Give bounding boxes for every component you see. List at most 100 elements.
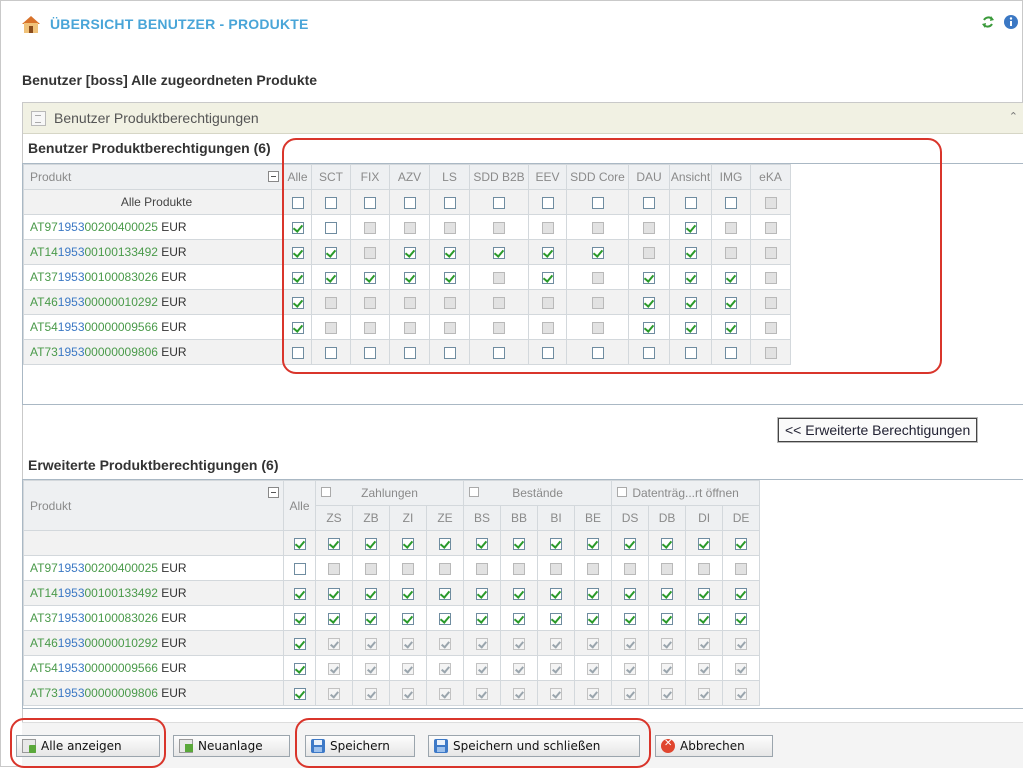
permission-checkbox[interactable] — [476, 537, 489, 550]
permission-checkbox[interactable] — [735, 587, 748, 600]
permission-checkbox[interactable] — [513, 612, 526, 625]
product-column-header[interactable]: Produkt — [23, 164, 284, 190]
permission-checkbox[interactable] — [443, 246, 456, 259]
permission-checkbox[interactable] — [643, 296, 655, 309]
permission-checkbox[interactable] — [725, 196, 737, 209]
permission-checkbox[interactable] — [587, 587, 600, 600]
permission-checkbox[interactable] — [293, 587, 306, 600]
column-header-sdd-core[interactable]: SDD Core — [566, 164, 629, 190]
select-all-cell[interactable] — [500, 530, 539, 556]
product-column-header[interactable]: Produkt — [23, 480, 284, 531]
permission-checkbox[interactable] — [443, 346, 456, 359]
permission-checkbox[interactable] — [550, 537, 563, 550]
permission-checkbox[interactable] — [439, 612, 452, 625]
group-header-2[interactable]: Datenträg...rt öffnen — [611, 480, 761, 506]
product-iban[interactable]: AT14195300100133492 EUR — [23, 239, 284, 265]
permission-checkbox[interactable] — [291, 246, 304, 259]
permission-checkbox[interactable] — [291, 271, 304, 284]
column-header-eka[interactable]: eKA — [750, 164, 791, 190]
column-header-eev[interactable]: EEV — [528, 164, 567, 190]
column-header-di[interactable]: DI — [685, 505, 724, 531]
permission-checkbox[interactable] — [591, 196, 604, 209]
all-toggle-cell[interactable] — [389, 189, 430, 215]
save-close-button[interactable]: Speichern und schließen — [428, 735, 640, 757]
permission-checkbox[interactable] — [325, 271, 337, 284]
permission-checkbox[interactable] — [643, 321, 655, 334]
column-header-bi[interactable]: BI — [537, 505, 576, 531]
permission-checkbox[interactable] — [443, 271, 456, 284]
column-header-zs[interactable]: ZS — [315, 505, 353, 531]
permission-checkbox[interactable] — [684, 346, 697, 359]
column-header-sct[interactable]: SCT — [311, 164, 351, 190]
permission-checkbox[interactable] — [293, 562, 306, 575]
all-toggle-cell[interactable] — [628, 189, 670, 215]
product-iban[interactable]: AT46195300000010292 EUR — [23, 289, 284, 315]
expand-icon[interactable] — [617, 487, 628, 497]
permission-checkbox[interactable] — [365, 587, 377, 600]
column-header-zi[interactable]: ZI — [389, 505, 427, 531]
permission-checkbox[interactable] — [402, 612, 414, 625]
all-toggle-cell[interactable] — [469, 189, 529, 215]
all-toggle-cell[interactable] — [711, 189, 751, 215]
column-header-alle[interactable]: Alle — [283, 164, 312, 190]
permission-checkbox[interactable] — [365, 537, 377, 550]
permission-checkbox[interactable] — [725, 296, 737, 309]
permission-checkbox[interactable] — [587, 612, 600, 625]
column-header-bs[interactable]: BS — [463, 505, 502, 531]
permission-checkbox[interactable] — [661, 537, 674, 550]
permission-checkbox[interactable] — [293, 637, 306, 650]
column-header-img[interactable]: IMG — [711, 164, 751, 190]
permission-checkbox[interactable] — [476, 612, 489, 625]
permission-checkbox[interactable] — [550, 587, 563, 600]
permission-checkbox[interactable] — [493, 346, 505, 359]
permission-checkbox[interactable] — [293, 537, 306, 550]
save-button[interactable]: Speichern — [305, 735, 415, 757]
permission-checkbox[interactable] — [493, 196, 505, 209]
column-header-alle[interactable]: Alle — [283, 480, 316, 531]
column-menu-icon[interactable] — [268, 487, 279, 498]
column-header-ansicht[interactable]: Ansicht — [669, 164, 712, 190]
all-toggle-cell[interactable] — [311, 189, 351, 215]
select-all-cell[interactable] — [352, 530, 390, 556]
permission-checkbox[interactable] — [541, 196, 554, 209]
all-toggle-cell[interactable] — [528, 189, 567, 215]
all-toggle-cell[interactable] — [283, 189, 312, 215]
permission-checkbox[interactable] — [684, 296, 697, 309]
permission-checkbox[interactable] — [403, 271, 416, 284]
all-toggle-cell[interactable] — [429, 189, 470, 215]
permission-checkbox[interactable] — [293, 662, 306, 675]
permission-checkbox[interactable] — [493, 246, 505, 259]
permission-checkbox[interactable] — [591, 246, 604, 259]
permission-checkbox[interactable] — [541, 246, 554, 259]
permission-checkbox[interactable] — [684, 321, 697, 334]
permission-checkbox[interactable] — [684, 196, 697, 209]
column-header-db[interactable]: DB — [648, 505, 687, 531]
show-all-button[interactable]: Alle anzeigen — [16, 735, 160, 757]
permission-checkbox[interactable] — [513, 587, 526, 600]
permission-checkbox[interactable] — [403, 246, 416, 259]
column-header-zb[interactable]: ZB — [352, 505, 390, 531]
all-toggle-cell[interactable] — [350, 189, 390, 215]
all-toggle-cell[interactable] — [669, 189, 712, 215]
permission-checkbox[interactable] — [328, 612, 340, 625]
permission-checkbox[interactable] — [291, 296, 304, 309]
new-button[interactable]: Neuanlage — [173, 735, 290, 757]
column-header-ls[interactable]: LS — [429, 164, 470, 190]
permission-checkbox[interactable] — [328, 537, 340, 550]
permission-checkbox[interactable] — [291, 196, 304, 209]
column-menu-icon[interactable] — [268, 171, 279, 182]
permission-checkbox[interactable] — [624, 612, 637, 625]
column-header-sdd-b2b[interactable]: SDD B2B — [469, 164, 529, 190]
product-iban[interactable]: AT73195300000009806 EUR — [23, 339, 284, 365]
permission-checkbox[interactable] — [325, 246, 337, 259]
column-header-dau[interactable]: DAU — [628, 164, 670, 190]
select-all-cell[interactable] — [685, 530, 724, 556]
permission-checkbox[interactable] — [591, 346, 604, 359]
column-header-ze[interactable]: ZE — [425, 505, 465, 531]
permission-checkbox[interactable] — [725, 321, 737, 334]
collapse-icon[interactable]: ⌃ — [1009, 110, 1018, 123]
column-header-de[interactable]: DE — [722, 505, 761, 531]
permission-checkbox[interactable] — [403, 346, 416, 359]
select-all-cell[interactable] — [315, 530, 353, 556]
column-header-fix[interactable]: FIX — [350, 164, 390, 190]
